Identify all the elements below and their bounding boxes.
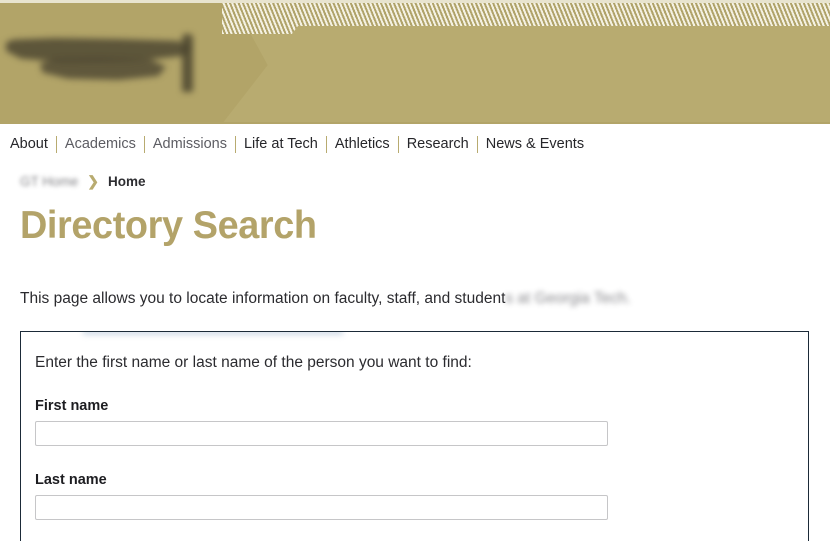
logo-wordmark-line2 (40, 58, 166, 80)
page-intro-text: This page allows you to locate informati… (20, 289, 830, 310)
breadcrumb-item-gt-home[interactable]: GT Home (20, 174, 78, 189)
search-form-prompt: Enter the first name or last name of the… (35, 353, 472, 371)
nav-item-admissions[interactable]: Admissions (145, 137, 235, 152)
last-name-label: Last name (35, 471, 107, 488)
panel-top-artifact (83, 331, 343, 335)
breadcrumb-item-current: Home (108, 173, 146, 189)
main-navigation: About Academics Admissions Life at Tech … (0, 124, 830, 164)
first-name-label: First name (35, 397, 109, 414)
header-top-hairline (0, 0, 830, 3)
georgia-tech-logo[interactable] (4, 34, 200, 96)
nav-item-academics[interactable]: Academics (57, 137, 144, 152)
chevron-right-icon: ❯ (87, 172, 99, 189)
site-header (0, 0, 830, 124)
directory-search-form: Enter the first name or last name of the… (20, 330, 809, 541)
page-intro-blurred: s at Georgia Tech. (505, 289, 631, 307)
breadcrumb: GT Home ❯ Home (0, 164, 830, 192)
logo-tower-icon (182, 34, 193, 92)
page-title: Directory Search (20, 204, 317, 247)
nav-item-athletics[interactable]: Athletics (327, 137, 398, 152)
nav-item-about[interactable]: About (2, 137, 56, 152)
first-name-input[interactable] (35, 420, 608, 446)
header-gold-field (222, 26, 830, 124)
nav-item-life-at-tech[interactable]: Life at Tech (236, 137, 326, 152)
page-intro-visible: This page allows you to locate informati… (20, 289, 506, 307)
nav-item-news-and-events[interactable]: News & Events (478, 137, 592, 152)
header-bottom-rule (0, 122, 830, 124)
nav-item-research[interactable]: Research (399, 137, 477, 152)
last-name-input[interactable] (35, 494, 608, 520)
